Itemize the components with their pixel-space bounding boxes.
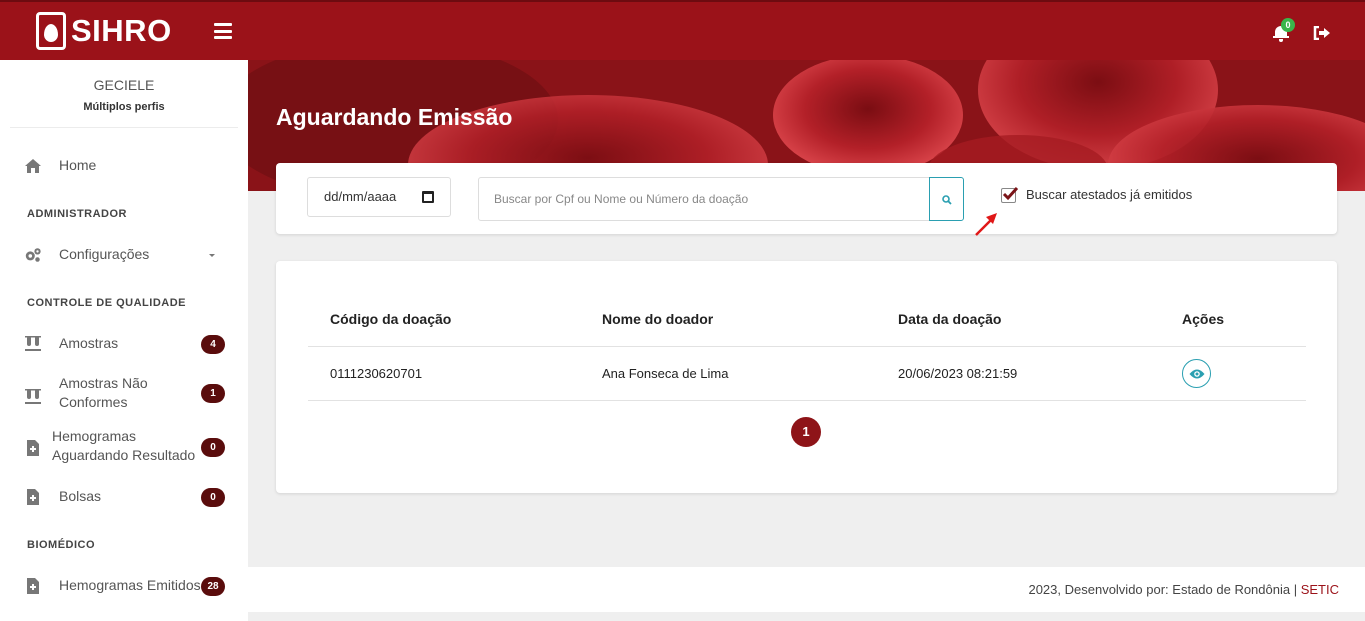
test-tubes-icon	[25, 336, 41, 351]
sidebar-item-label: Home	[59, 157, 97, 173]
file-plus-icon	[27, 440, 39, 456]
column-header-codigo[interactable]: Código da doação	[330, 311, 451, 327]
search-icon	[942, 195, 952, 205]
sidebar-item-hemogramas-emitidos[interactable]: Hemogramas Emitidos 28	[0, 574, 248, 598]
search-button[interactable]	[929, 177, 964, 221]
brand-name: SIHRO	[71, 13, 172, 48]
search-input[interactable]: Buscar por Cpf ou Nome ou Número da doaç…	[478, 177, 930, 221]
emitted-checkbox[interactable]	[1001, 186, 1019, 203]
pagination-page-1[interactable]: 1	[791, 417, 821, 447]
sidebar-item-label: Amostras	[59, 335, 119, 351]
chevron-down-icon	[209, 254, 215, 257]
sidebar-item-home[interactable]: Home	[0, 154, 248, 178]
results-card: Código da doação Nome do doador Data da …	[276, 261, 1337, 493]
table-divider	[308, 346, 1306, 347]
filter-card: dd/mm/aaaa Buscar por Cpf ou Nome ou Núm…	[276, 163, 1337, 234]
annotation-arrow-icon	[975, 213, 997, 236]
sidebar-item-amostras-nao-conformes[interactable]: Amostras Não Conformes 1	[0, 375, 248, 418]
page-title: Aguardando Emissão	[276, 104, 513, 130]
count-badge: 0	[201, 438, 225, 457]
footer-text: 2023, Desenvolvido por: Estado de Rondôn…	[1028, 582, 1339, 597]
home-icon	[25, 159, 41, 173]
brand-logo[interactable]: SIHRO	[36, 11, 172, 51]
sidebar-item-label: Hemogramas Emitidos	[59, 577, 201, 593]
sidebar-item-bolsas[interactable]: Bolsas 0	[0, 485, 248, 509]
sidebar-item-configuracoes[interactable]: Configurações	[0, 243, 248, 267]
count-badge: 0	[201, 488, 225, 507]
column-header-data[interactable]: Data da doação	[898, 311, 1001, 327]
date-input[interactable]: dd/mm/aaaa	[307, 177, 451, 217]
count-badge: 4	[201, 335, 225, 354]
check-icon	[1002, 186, 1019, 201]
sidebar-section-quality: CONTROLE DE QUALIDADE	[27, 297, 186, 309]
footer: 2023, Desenvolvido por: Estado de Rondôn…	[248, 567, 1365, 612]
sidebar-section-admin: ADMINISTRADOR	[27, 208, 127, 220]
sidebar-item-amostras[interactable]: Amostras 4	[0, 332, 248, 356]
sidebar: GECIELE Múltiplos perfis Home ADMINISTRA…	[0, 60, 248, 621]
column-header-acoes: Ações	[1182, 311, 1225, 327]
top-navbar: SIHRO 0	[0, 0, 1365, 60]
eye-icon	[1189, 369, 1205, 379]
footer-credit: 2023, Desenvolvido por: Estado de Rondôn…	[1028, 582, 1301, 597]
test-tubes-icon	[25, 389, 41, 404]
sidebar-item-label: Amostras Não Conformes	[59, 375, 148, 410]
file-plus-icon	[27, 489, 39, 505]
emitted-checkbox-label[interactable]: Buscar atestados já emitidos	[1026, 187, 1192, 202]
footer-link-setic[interactable]: SETIC	[1301, 582, 1339, 597]
sidebar-item-label: Configurações	[59, 246, 150, 262]
gears-icon	[25, 248, 41, 262]
logout-icon[interactable]	[1313, 26, 1331, 40]
cell-codigo: 0111230620701	[330, 366, 423, 381]
table-divider	[308, 400, 1306, 401]
menu-toggle-icon[interactable]	[214, 23, 232, 39]
count-badge: 1	[201, 384, 225, 403]
user-name: GECIELE	[93, 77, 155, 93]
view-button[interactable]	[1182, 359, 1211, 388]
sidebar-item-label: Bolsas	[59, 488, 102, 504]
cell-data: 20/06/2023 08:21:59	[898, 366, 1018, 381]
column-header-nome[interactable]: Nome do doador	[602, 311, 713, 327]
notification-count-badge: 0	[1281, 18, 1295, 32]
sidebar-section-biomedico: BIOMÉDICO	[27, 539, 96, 551]
file-plus-icon	[27, 578, 39, 594]
blood-drop-icon	[36, 12, 66, 50]
cell-nome: Ana Fonseca de Lima	[602, 366, 729, 381]
sidebar-divider	[10, 127, 238, 128]
user-role: Múltiplos perfis	[83, 101, 165, 113]
sidebar-item-hemogramas-aguardando[interactable]: Hemogramas Aguardando Resultado 0	[0, 428, 248, 470]
date-placeholder: dd/mm/aaaa	[324, 189, 397, 204]
calendar-icon[interactable]	[422, 191, 434, 203]
sidebar-item-label: Hemogramas Aguardando Resultado	[52, 428, 196, 463]
count-badge: 28	[201, 577, 225, 596]
